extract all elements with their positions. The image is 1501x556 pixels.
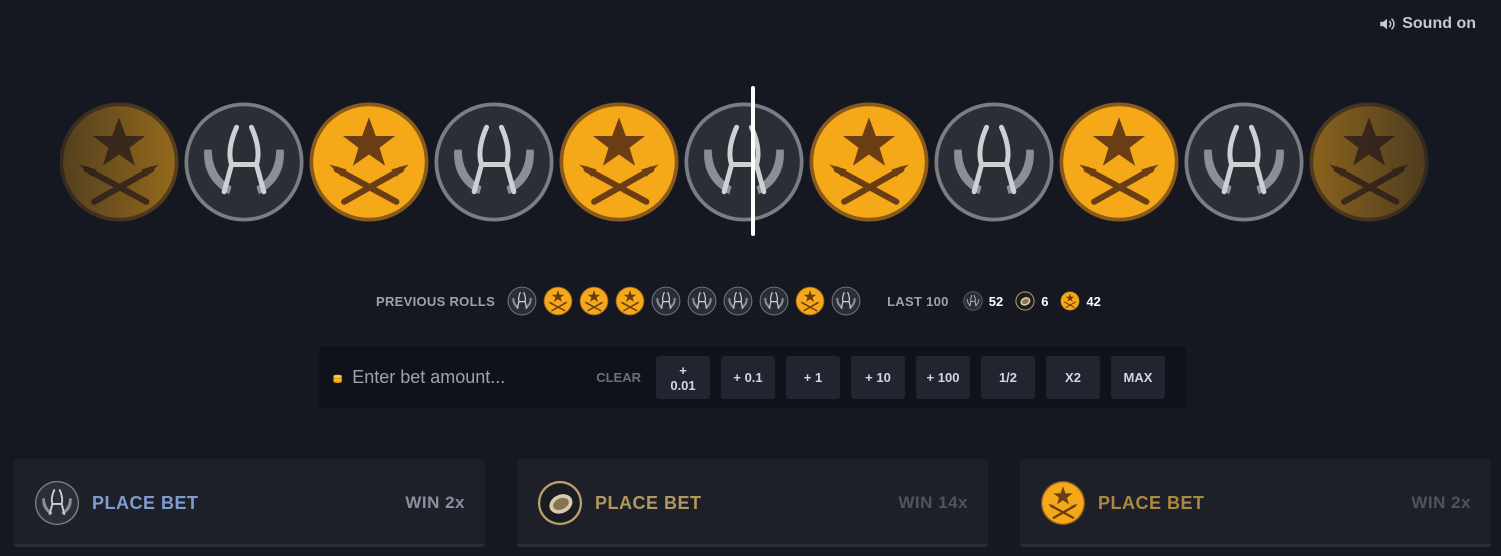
bonus-coin-icon xyxy=(537,480,583,526)
speaker-icon xyxy=(1380,18,1395,30)
stat-count: 6 xyxy=(1041,293,1049,309)
place-bet-label: PLACE BET xyxy=(92,492,199,513)
ct-coin-icon xyxy=(507,286,537,316)
t-coin-icon xyxy=(543,286,573,316)
sound-toggle[interactable]: Sound on xyxy=(1378,15,1476,33)
ct-coin-icon xyxy=(723,286,753,316)
quick-bet-button[interactable]: + 1 xyxy=(786,356,840,399)
ct-coin-icon xyxy=(932,100,1056,224)
ct-coin-icon xyxy=(34,480,80,526)
win-multiplier: WIN 14x xyxy=(898,493,968,512)
t-coin-icon xyxy=(795,286,825,316)
quick-bet-button[interactable]: + 0.1 xyxy=(721,356,775,399)
last-100-label: LAST 100 xyxy=(887,293,949,309)
stat-t: 42 xyxy=(1060,291,1101,311)
t-coin-icon xyxy=(615,286,645,316)
t-coin-icon xyxy=(1040,480,1086,526)
quick-bet-button[interactable]: + 0.01 xyxy=(656,356,710,399)
ct-coin-icon xyxy=(1182,100,1306,224)
quick-bet-button[interactable]: + 10 xyxy=(851,356,905,399)
coins-icon xyxy=(331,367,344,389)
bet-amount-input[interactable] xyxy=(352,367,573,388)
stat-bonus: 6 xyxy=(1015,291,1048,311)
t-coin-icon xyxy=(557,100,681,224)
stat-ct: 52 xyxy=(963,291,1003,311)
place-bet-label: PLACE BET xyxy=(595,492,702,513)
bonus-coin-icon xyxy=(1015,291,1035,311)
ct-coin-icon xyxy=(963,291,983,311)
ct-coin-icon xyxy=(687,286,717,316)
ct-coin-icon xyxy=(682,100,806,224)
win-multiplier: WIN 2x xyxy=(405,493,465,512)
history-row: PREVIOUS ROLLS LAST 100 52 6 42 xyxy=(376,285,1113,317)
t-coin-icon xyxy=(60,100,181,224)
bet-bar: CLEAR + 0.01 + 0.1 + 1 + 10 + 100 1/2 X2 MAX xyxy=(319,347,1186,408)
quick-bet-button[interactable]: + 100 xyxy=(916,356,970,399)
ct-coin-icon xyxy=(182,100,306,224)
t-coin-icon xyxy=(579,286,609,316)
place-bet-card-bonus[interactable]: PLACE BET WIN 14x xyxy=(517,459,988,547)
t-coin-icon xyxy=(1060,291,1081,311)
place-bet-label: PLACE BET xyxy=(1098,492,1205,513)
quick-bet-button[interactable]: X2 xyxy=(1046,356,1100,399)
previous-rolls-label: PREVIOUS ROLLS xyxy=(376,293,496,309)
place-bet-card-ct[interactable]: PLACE BET WIN 2x xyxy=(14,459,485,547)
clear-button[interactable]: CLEAR xyxy=(596,370,641,385)
win-multiplier: WIN 2x xyxy=(1411,493,1471,512)
t-coin-icon xyxy=(1307,100,1431,224)
place-bet-card-t[interactable]: PLACE BET WIN 2x xyxy=(1020,459,1491,547)
t-coin-icon xyxy=(1057,100,1181,224)
ct-coin-icon xyxy=(432,100,556,224)
ct-coin-icon xyxy=(759,286,789,316)
ct-coin-icon xyxy=(831,286,861,316)
stat-count: 42 xyxy=(1086,293,1101,309)
t-coin-icon xyxy=(807,100,931,224)
sound-label: Sound on xyxy=(1402,15,1476,32)
last-100-stats: LAST 100 52 6 42 xyxy=(887,291,1113,311)
roll-pointer xyxy=(751,86,755,236)
roulette-strip xyxy=(60,85,1440,240)
ct-coin-icon xyxy=(651,286,681,316)
quick-bet-button[interactable]: MAX xyxy=(1111,356,1165,399)
quick-bet-button[interactable]: 1/2 xyxy=(981,356,1035,399)
previous-rolls-list xyxy=(507,286,867,316)
stat-count: 52 xyxy=(988,293,1004,309)
t-coin-icon xyxy=(307,100,431,224)
